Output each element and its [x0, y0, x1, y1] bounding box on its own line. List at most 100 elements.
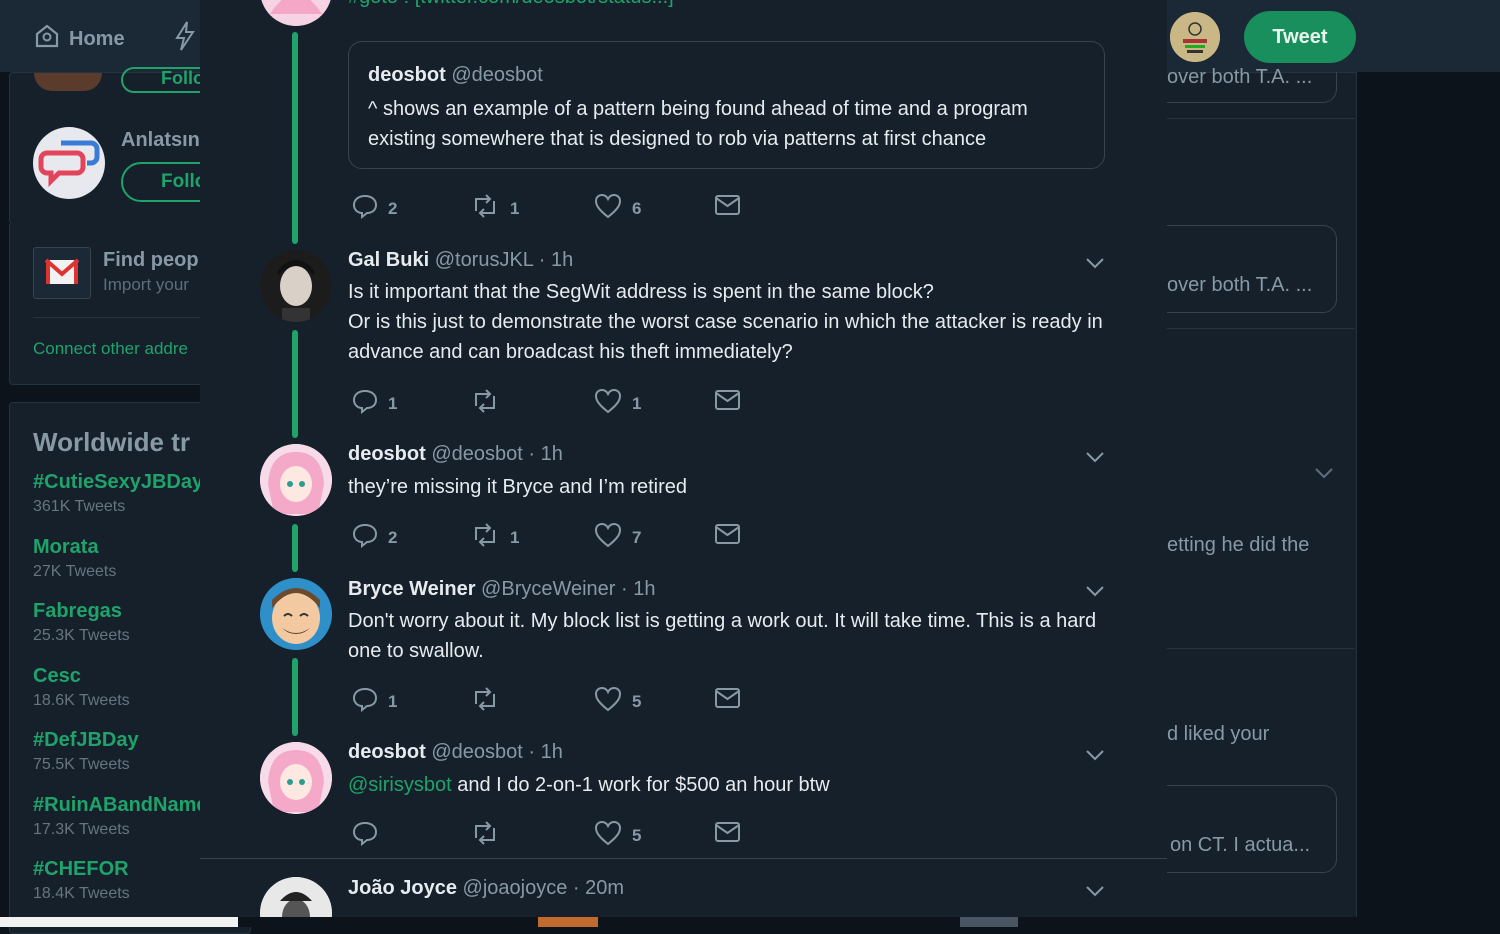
avatar[interactable] [260, 742, 332, 814]
reply-button[interactable]: 2 [352, 522, 397, 553]
tweet-time[interactable]: · 1h [539, 249, 573, 271]
author-name[interactable]: Gal Buki [348, 249, 429, 271]
avatar[interactable] [260, 250, 332, 322]
author-name[interactable]: João Joyce [348, 877, 457, 899]
reply-count: 1 [388, 691, 398, 711]
tweet-line: Is it important that the SegWit address … [348, 281, 934, 303]
nav-home[interactable]: Home [33, 22, 125, 56]
compose-tweet-button[interactable]: Tweet [1244, 11, 1356, 63]
reply-count: 2 [388, 527, 398, 547]
find-people-subtitle: Import your [103, 275, 189, 294]
reply-icon [352, 686, 378, 717]
envelope-icon [714, 193, 742, 222]
tweet-time[interactable]: · 1h [528, 741, 562, 763]
like-count: 1 [632, 393, 642, 413]
like-button[interactable]: 7 [594, 522, 641, 553]
chevron-down-icon[interactable] [1313, 463, 1335, 488]
retweet-button[interactable] [470, 820, 510, 851]
reply-button[interactable]: 1 [352, 388, 397, 419]
direct-message-button[interactable] [714, 193, 742, 222]
retweet-icon [470, 686, 500, 717]
author-name[interactable]: deosbot [348, 443, 426, 465]
moments-bolt-icon[interactable] [172, 20, 198, 57]
author-handle[interactable]: @BryceWeiner [481, 578, 615, 600]
chevron-down-icon[interactable] [1085, 745, 1105, 765]
thread-connector [292, 524, 298, 572]
heart-icon [594, 522, 622, 553]
reply-button[interactable]: 2 [352, 193, 397, 224]
home-icon [33, 22, 61, 56]
direct-message-button[interactable] [714, 686, 742, 715]
tweet-time[interactable]: · 1h [621, 578, 655, 600]
retweet-icon [470, 193, 500, 224]
mention-link[interactable]: @sirisysbot [348, 774, 452, 796]
quoted-preview[interactable] [1140, 785, 1337, 873]
preview-snippet: on CT. I actua... [1170, 834, 1311, 856]
tweet-text: Is it important that the SegWit address … [348, 277, 1113, 367]
like-count: 5 [632, 691, 642, 711]
avatar[interactable] [260, 578, 332, 650]
author-name[interactable]: Bryce Weiner [348, 578, 475, 600]
trend-count: 18.4K Tweets [33, 885, 130, 902]
tweet-time[interactable]: · 20m [573, 877, 624, 899]
like-button[interactable]: 5 [594, 686, 641, 717]
like-button[interactable]: 6 [594, 193, 641, 224]
tweet-text: they’re missing it Bryce and I’m retired [348, 472, 1113, 502]
gmail-icon [33, 247, 91, 299]
suggestion-avatar[interactable] [33, 127, 105, 199]
suggestion-name[interactable]: Anlatsın [121, 129, 200, 152]
direct-message-button[interactable] [714, 522, 742, 551]
quoted-author-handle: @deosbot [451, 64, 543, 86]
author-handle[interactable]: @deosbot [431, 741, 522, 763]
envelope-icon [714, 522, 742, 551]
trend-item[interactable]: #CutieSexyJBDay [33, 471, 203, 494]
retweet-button[interactable] [470, 686, 510, 717]
like-button[interactable]: 5 [594, 820, 641, 851]
trend-count: 361K Tweets [33, 498, 126, 515]
trend-item[interactable]: #DefJBDay [33, 729, 139, 752]
envelope-icon [714, 388, 742, 417]
chevron-down-icon[interactable] [1085, 581, 1105, 601]
find-people-title[interactable]: Find peop [103, 249, 199, 272]
trend-count: 27K Tweets [33, 563, 117, 580]
trend-item[interactable]: Fabregas [33, 600, 122, 623]
quoted-preview[interactable] [1140, 225, 1337, 313]
avatar[interactable] [260, 0, 332, 26]
retweet-icon [470, 522, 500, 553]
like-button[interactable]: 1 [594, 388, 641, 419]
trend-item[interactable]: #RuinABandName [33, 794, 207, 817]
user-avatar[interactable] [1170, 12, 1220, 62]
retweet-button[interactable]: 1 [470, 193, 519, 224]
tweet-text: @sirisysbot and I do 2-on-1 work for $50… [348, 770, 1113, 800]
chevron-down-icon[interactable] [1085, 447, 1105, 467]
avatar[interactable] [260, 444, 332, 516]
quoted-tweet[interactable]: deosbot @deosbot ^ shows an example of a… [348, 41, 1105, 169]
avatar[interactable] [260, 877, 332, 917]
tweet-time[interactable]: · 1h [528, 443, 562, 465]
connect-addresses-link[interactable]: Connect other addre [33, 339, 188, 359]
retweet-button[interactable] [470, 388, 510, 419]
tweet-text[interactable]: #goto : [twitter.com/deosbot/status...] [348, 0, 674, 9]
author-handle[interactable]: @joaojoyce [463, 877, 568, 899]
direct-message-button[interactable] [714, 820, 742, 849]
retweet-button[interactable]: 1 [470, 522, 519, 553]
chevron-down-icon[interactable] [1085, 253, 1105, 273]
direct-message-button[interactable] [714, 388, 742, 417]
trend-item[interactable]: Cesc [33, 665, 81, 688]
chevron-down-icon[interactable] [1085, 881, 1105, 901]
trend-item[interactable]: #CHEFOR [33, 858, 129, 881]
reply-count: 2 [388, 198, 398, 218]
reply-button[interactable] [352, 820, 388, 851]
reply-button[interactable]: 1 [352, 686, 397, 717]
trend-item[interactable]: Morata [33, 536, 99, 559]
reply-icon [352, 193, 378, 224]
trend-count: 18.6K Tweets [33, 692, 130, 709]
author-name[interactable]: deosbot [348, 741, 426, 763]
thread-connector [292, 658, 298, 736]
tweet-line: and I do 2-on-1 work for $500 an hour bt… [451, 774, 830, 796]
tweet-text: Don't worry about it. My block list is g… [348, 606, 1108, 666]
author-handle[interactable]: @torusJKL [435, 249, 534, 271]
author-handle[interactable]: @deosbot [431, 443, 522, 465]
heart-icon [594, 193, 622, 224]
envelope-icon [714, 820, 742, 849]
